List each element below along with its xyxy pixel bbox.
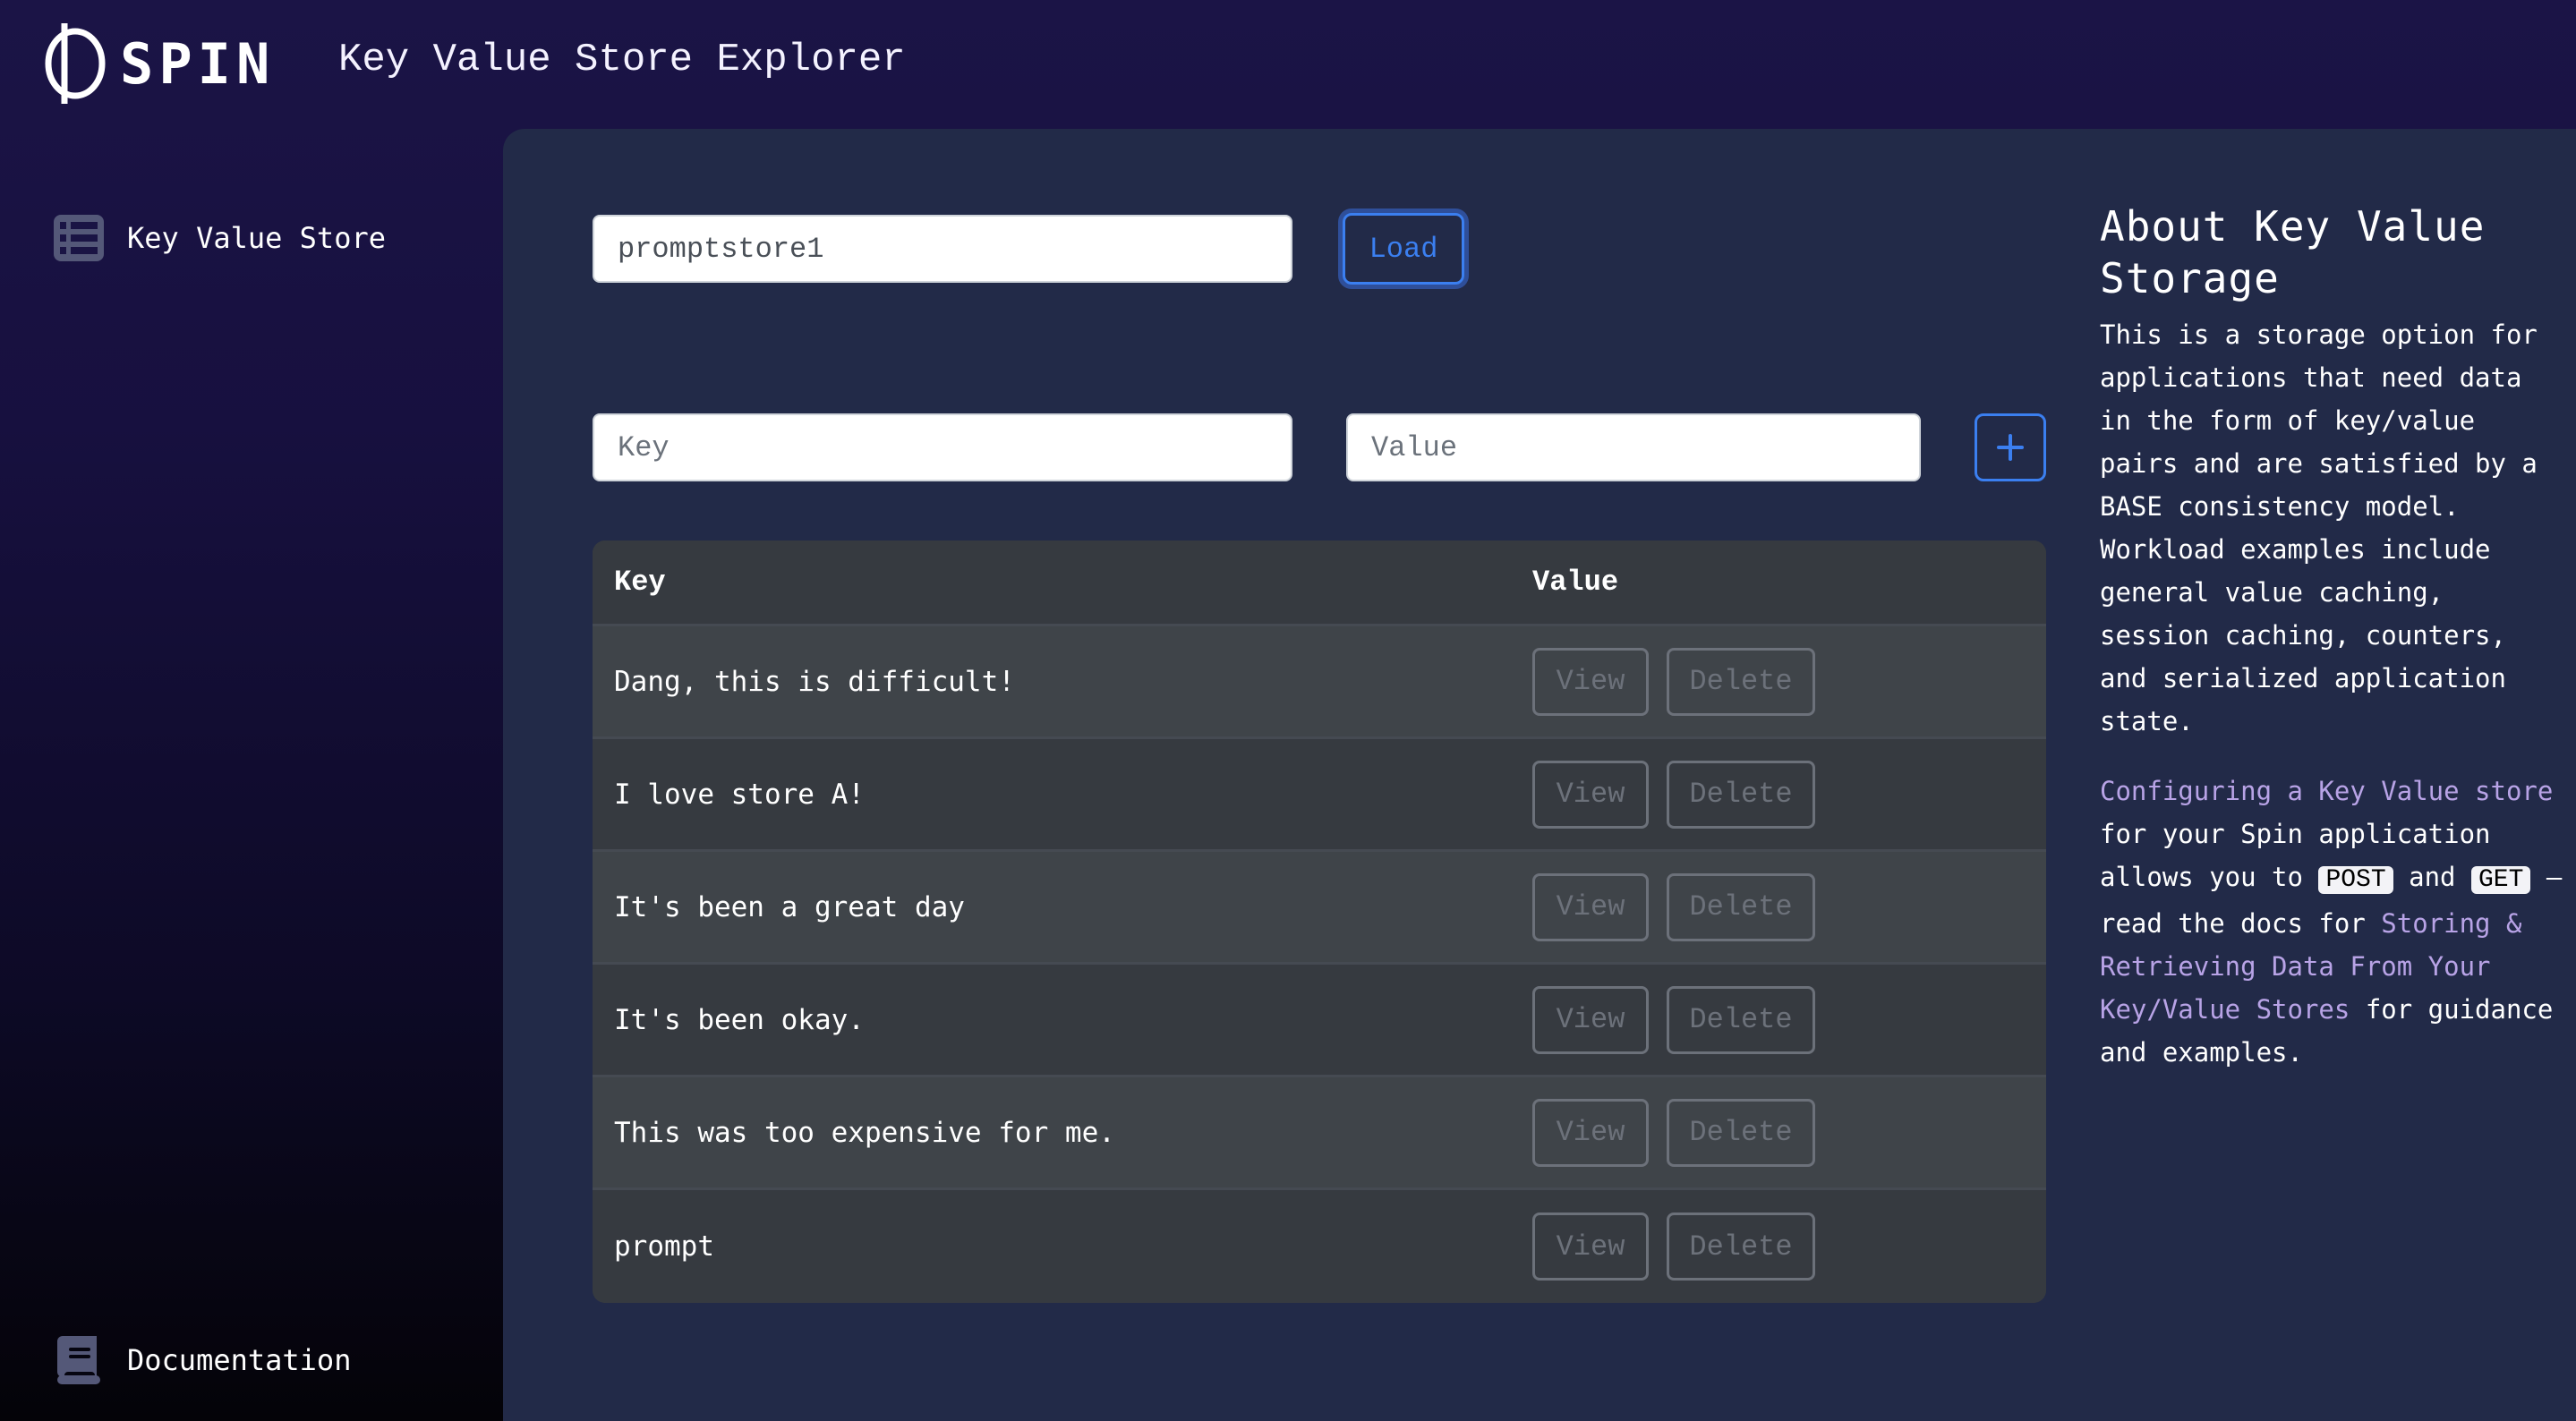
view-button[interactable]: View bbox=[1532, 760, 1649, 829]
app-header: SPIN Key Value Store Explorer bbox=[0, 0, 2576, 125]
delete-button[interactable]: Delete bbox=[1667, 1213, 1815, 1281]
value-input[interactable] bbox=[1346, 413, 1921, 481]
row-key: It's been a great day bbox=[614, 890, 965, 923]
app-title: Key Value Store Explorer bbox=[338, 38, 906, 82]
sidebar-item-documentation[interactable]: Documentation bbox=[54, 1335, 351, 1385]
table-row: Dang, this is difficult! View Delete bbox=[593, 626, 2046, 739]
row-actions: View Delete bbox=[1532, 872, 1815, 941]
plus-icon bbox=[1997, 434, 2024, 461]
delete-button[interactable]: Delete bbox=[1667, 647, 1815, 716]
brand-name: SPIN bbox=[120, 30, 276, 97]
delete-button[interactable]: Delete bbox=[1667, 760, 1815, 829]
row-actions: View Delete bbox=[1532, 985, 1815, 1054]
kv-table: Key Value Dang, this is difficult! View De… bbox=[593, 540, 2046, 1303]
table-row: It's been a great day View Delete bbox=[593, 852, 2046, 965]
delete-button[interactable]: Delete bbox=[1667, 872, 1815, 941]
book-icon bbox=[54, 1335, 104, 1385]
get-code: GET bbox=[2470, 866, 2531, 894]
column-header-value: Value bbox=[1532, 566, 1619, 599]
text: and bbox=[2393, 862, 2471, 892]
table-row: I love store A! View Delete bbox=[593, 739, 2046, 852]
store-name-input[interactable] bbox=[593, 215, 1292, 283]
row-actions: View Delete bbox=[1532, 647, 1815, 716]
table-row: It's been okay. View Delete bbox=[593, 965, 2046, 1077]
about-config-paragraph: Configuring a Key Value store for your S… bbox=[2100, 770, 2565, 1074]
view-button[interactable]: View bbox=[1532, 985, 1649, 1054]
sidebar-item-label: Key Value Store bbox=[127, 221, 386, 255]
about-description: This is a storage option for application… bbox=[2100, 319, 2538, 736]
load-button[interactable]: Load bbox=[1343, 213, 1464, 285]
view-button[interactable]: View bbox=[1532, 1098, 1649, 1167]
row-key: I love store A! bbox=[614, 778, 865, 811]
sidebar-item-key-value-store[interactable]: Key Value Store bbox=[54, 213, 386, 263]
table-row: prompt View Delete bbox=[593, 1190, 2046, 1303]
configuring-kv-store-link[interactable]: Configuring a Key Value store bbox=[2100, 776, 2553, 806]
add-pair-button[interactable] bbox=[1975, 413, 2046, 481]
main-panel: Load Key Value Dang, this is difficult! V… bbox=[503, 129, 2576, 1421]
row-actions: View Delete bbox=[1532, 760, 1815, 829]
row-key: prompt bbox=[614, 1230, 714, 1263]
key-input[interactable] bbox=[593, 413, 1292, 481]
row-key: Dang, this is difficult! bbox=[614, 665, 1015, 698]
table-list-icon bbox=[54, 213, 104, 263]
row-key: It's been okay. bbox=[614, 1003, 865, 1036]
row-actions: View Delete bbox=[1532, 1098, 1815, 1167]
sidebar-item-label: Documentation bbox=[127, 1343, 352, 1377]
spin-logo-icon bbox=[45, 23, 106, 104]
row-actions: View Delete bbox=[1532, 1213, 1815, 1281]
view-button[interactable]: View bbox=[1532, 647, 1649, 716]
view-button[interactable]: View bbox=[1532, 872, 1649, 941]
about-title: About Key Value Storage bbox=[2100, 202, 2486, 302]
view-button[interactable]: View bbox=[1532, 1213, 1649, 1281]
table-row: This was too expensive for me. View Delete bbox=[593, 1077, 2046, 1190]
delete-button[interactable]: Delete bbox=[1667, 1098, 1815, 1167]
spin-logo[interactable]: SPIN bbox=[41, 23, 275, 104]
post-code: POST bbox=[2318, 866, 2393, 894]
table-header: Key Value bbox=[593, 540, 2046, 626]
about-panel: About Key Value Storage This is a storag… bbox=[2100, 200, 2565, 1101]
delete-button[interactable]: Delete bbox=[1667, 985, 1815, 1054]
row-key: This was too expensive for me. bbox=[614, 1116, 1115, 1149]
column-header-key: Key bbox=[614, 566, 666, 599]
